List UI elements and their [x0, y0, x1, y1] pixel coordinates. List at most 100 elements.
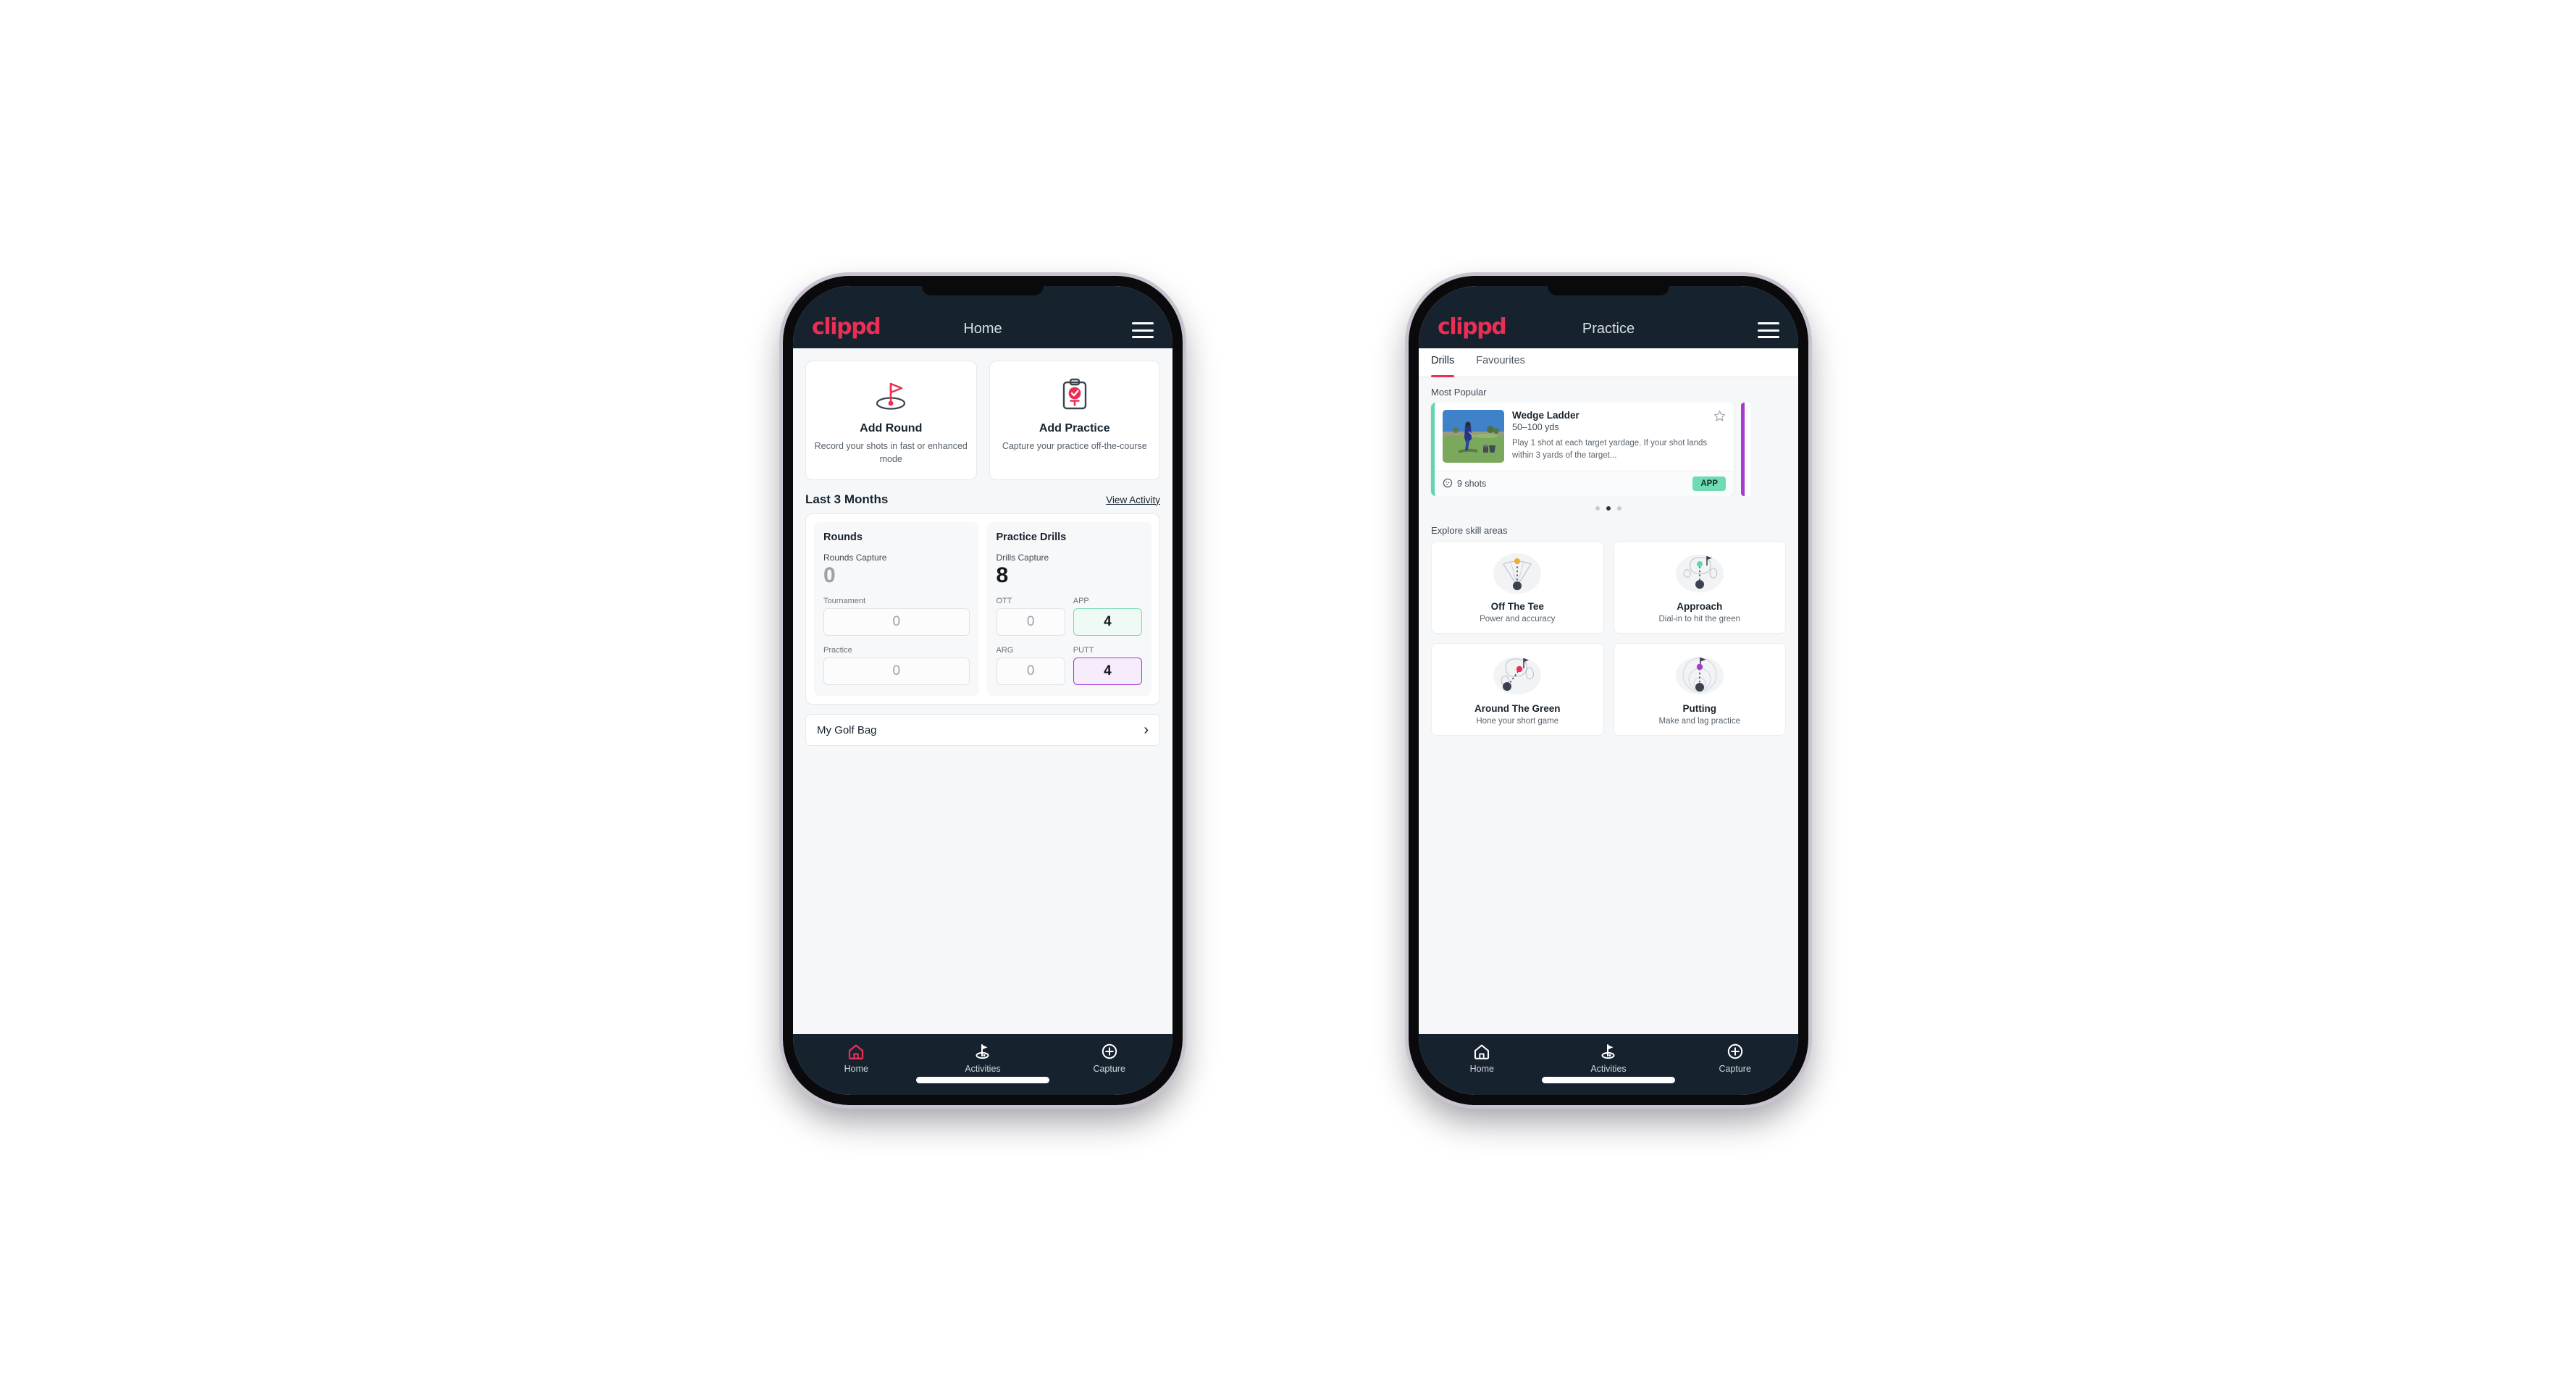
add-practice-subtitle: Capture your practice off-the-course	[1002, 441, 1147, 451]
drill-field-labels-row-1: OTT APP	[997, 587, 1143, 608]
clippd-logo[interactable]: clippd	[1438, 316, 1507, 338]
drill-field-values-row-2: 0 4	[996, 658, 1142, 685]
nav-home-label: Home	[1469, 1064, 1494, 1074]
practice-bottom-nav: Home Activities Capture	[1419, 1034, 1798, 1095]
drill-yardage: 50–100 yds	[1512, 422, 1559, 432]
nav-capture-label: Capture	[1093, 1064, 1125, 1074]
skill-subtitle: Power and accuracy	[1480, 615, 1556, 623]
drill-carousel[interactable]: Wedge Ladder 50–100 yds Play 1 shot at e…	[1419, 403, 1798, 496]
carousel-pagination	[1419, 496, 1798, 511]
skill-subtitle: Hone your short game	[1476, 717, 1559, 726]
drill-field-values-row-1: 0 4	[996, 608, 1142, 636]
shot-count-icon	[1443, 478, 1453, 490]
skill-subtitle: Dial-in to hit the green	[1658, 615, 1740, 623]
add-round-card[interactable]: Add Round Record your shots in fast or e…	[805, 361, 977, 480]
practice-label: Practice	[823, 646, 852, 655]
add-practice-title: Add Practice	[1039, 422, 1110, 434]
skill-card-approach[interactable]: Approach Dial-in to hit the green	[1613, 541, 1786, 634]
skill-title: Putting	[1682, 703, 1717, 714]
golf-flag-hole-icon	[813, 376, 969, 413]
hamburger-icon[interactable]	[1132, 322, 1154, 338]
drill-shots-label: 9 shots	[1457, 479, 1487, 489]
practice-tabs: Drills Favourites	[1419, 348, 1798, 377]
rounds-capture-label: Rounds Capture	[823, 552, 887, 563]
tournament-value[interactable]: 0	[823, 608, 970, 636]
nav-activities-label: Activities	[965, 1064, 1001, 1074]
drill-description: Play 1 shot at each target yardage. If y…	[1512, 439, 1708, 461]
putt-value[interactable]: 4	[1073, 658, 1142, 685]
app-label: APP	[1073, 597, 1089, 605]
drill-card-wedge-ladder[interactable]: Wedge Ladder 50–100 yds Play 1 shot at e…	[1431, 403, 1734, 496]
ott-label: OTT	[996, 597, 1012, 605]
stats-panel: Rounds Rounds Capture 0 Tournament 0 Pra…	[805, 513, 1160, 705]
skill-card-around-the-green[interactable]: Around The Green Hone your short game	[1431, 643, 1604, 736]
ott-value[interactable]: 0	[996, 608, 1065, 636]
skill-card-putting[interactable]: Putting Make and lag practice	[1613, 643, 1786, 736]
practice-value[interactable]: 0	[823, 658, 970, 685]
explore-skill-areas-heading: Explore skill areas	[1431, 525, 1508, 536]
tab-drills[interactable]: Drills	[1431, 348, 1464, 377]
green-approach-icon	[1620, 550, 1780, 597]
last-3-months-header: Last 3 Months View Activity	[793, 480, 1172, 513]
drill-thumbnail	[1443, 410, 1504, 463]
skill-title: Approach	[1677, 601, 1723, 612]
add-round-subtitle: Record your shots in fast or enhanced mo…	[814, 441, 968, 464]
add-practice-card[interactable]: Add Practice Capture your practice off-t…	[989, 361, 1160, 480]
nav-activities[interactable]: Activities	[1545, 1043, 1672, 1074]
nav-activities[interactable]: Activities	[920, 1043, 1046, 1074]
most-popular-heading: Most Popular	[1431, 387, 1487, 398]
drill-shots: 9 shots	[1443, 478, 1486, 490]
drills-stats-column: Practice Drills Drills Capture 8 OTT APP…	[986, 521, 1151, 696]
home-content: Add Round Record your shots in fast or e…	[793, 348, 1172, 1034]
practice-screen: clippd Practice Drills Favourites Most P…	[1419, 286, 1798, 1095]
nav-home[interactable]: Home	[1419, 1043, 1545, 1074]
home-indicator	[1542, 1077, 1675, 1083]
skill-card-off-the-tee[interactable]: Off The Tee Power and accuracy	[1431, 541, 1604, 634]
nav-home-label: Home	[844, 1064, 868, 1074]
rounds-stats-column: Rounds Rounds Capture 0 Tournament 0 Pra…	[814, 521, 979, 696]
home-screen: clippd Home Add Round Record your shots …	[793, 286, 1172, 1095]
phone-device-home: clippd Home Add Round Record your shots …	[783, 276, 1183, 1105]
hamburger-icon[interactable]	[1758, 322, 1779, 338]
arg-label: ARG	[996, 646, 1014, 655]
skill-title: Around The Green	[1474, 703, 1561, 714]
home-icon	[1474, 1044, 1490, 1059]
practice-content: Drills Favourites Most Popular Wedge Lad…	[1419, 348, 1798, 1034]
chevron-right-icon: ›	[1144, 722, 1149, 738]
drills-heading: Practice Drills	[996, 531, 1067, 543]
screenshot-canvas: clippd Home Add Round Record your shots …	[0, 0, 2576, 1386]
nav-activities-label: Activities	[1590, 1064, 1627, 1074]
nav-capture[interactable]: Capture	[1046, 1043, 1172, 1074]
my-golf-bag-label: My Golf Bag	[817, 723, 877, 736]
clipboard-check-tee-icon	[997, 376, 1153, 413]
drill-info: Wedge Ladder 50–100 yds Play 1 shot at e…	[1512, 410, 1726, 463]
drill-title: Wedge Ladder	[1512, 410, 1579, 421]
star-outline-icon[interactable]	[1713, 410, 1726, 425]
tab-favourites[interactable]: Favourites	[1476, 348, 1535, 377]
golf-flag-icon	[1601, 1044, 1615, 1059]
section-title: Last 3 Months	[805, 492, 889, 506]
drill-card-next-peek[interactable]	[1741, 403, 1750, 496]
putt-label: PUTT	[1073, 646, 1094, 655]
app-value[interactable]: 4	[1073, 608, 1142, 636]
plus-circle-icon	[1102, 1043, 1117, 1059]
nav-capture-label: Capture	[1719, 1064, 1751, 1074]
phone-device-practice: clippd Practice Drills Favourites Most P…	[1409, 276, 1808, 1105]
device-notch	[1548, 286, 1669, 295]
view-activity-link[interactable]: View Activity	[1106, 495, 1160, 505]
tournament-label: Tournament	[823, 597, 866, 605]
my-golf-bag-row[interactable]: My Golf Bag ›	[805, 714, 1160, 746]
skill-areas-grid: Off The Tee Power and accuracy Approach …	[1419, 541, 1798, 736]
quick-actions-row: Add Round Record your shots in fast or e…	[793, 348, 1172, 480]
golf-flag-icon	[976, 1044, 989, 1059]
arg-value[interactable]: 0	[996, 658, 1065, 685]
skill-subtitle: Make and lag practice	[1658, 717, 1740, 726]
drills-capture-value: 8	[996, 563, 1009, 587]
chip-around-green-icon	[1438, 652, 1598, 699]
drill-title-row: Wedge Ladder 50–100 yds	[1512, 410, 1726, 432]
drills-capture-label: Drills Capture	[996, 552, 1049, 563]
add-round-title: Add Round	[860, 422, 923, 434]
nav-home[interactable]: Home	[793, 1043, 920, 1074]
nav-capture[interactable]: Capture	[1671, 1043, 1798, 1074]
clippd-logo[interactable]: clippd	[812, 316, 881, 338]
